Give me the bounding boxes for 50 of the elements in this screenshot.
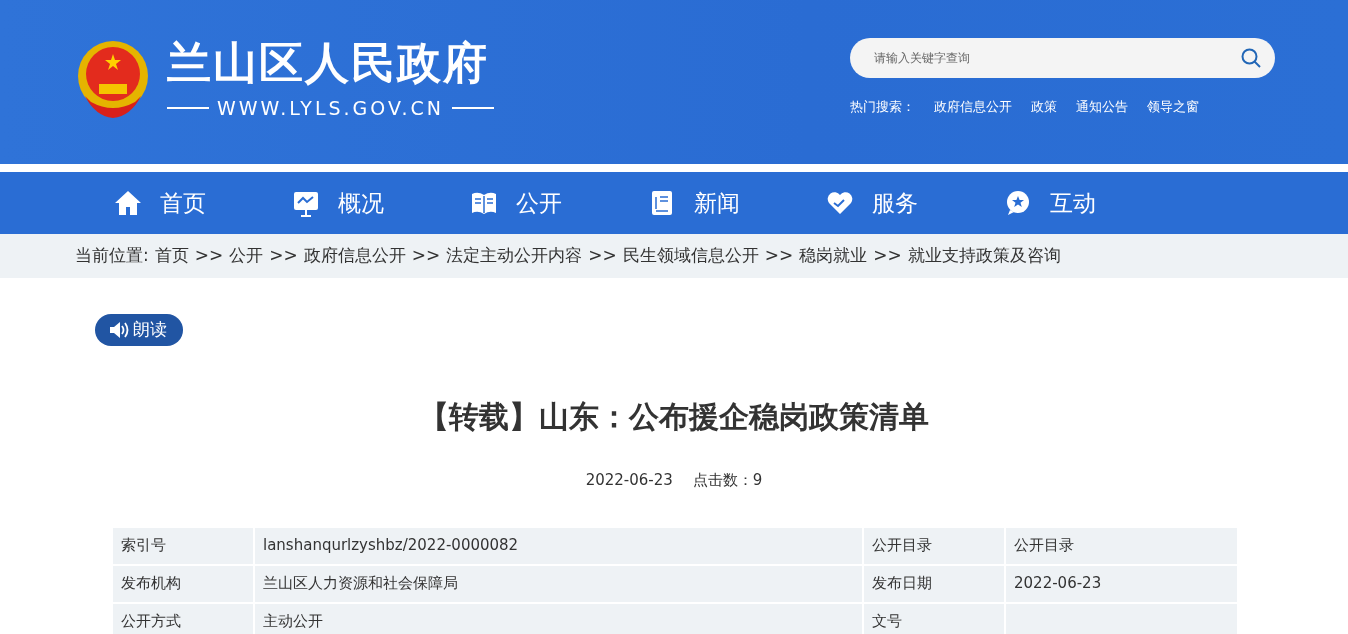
meta-label: 索引号 bbox=[113, 527, 253, 564]
site-url: WWW.LYLS.GOV.CN bbox=[217, 96, 444, 121]
nav-link[interactable]: 服务 bbox=[826, 185, 1004, 221]
breadcrumb-item-text: 首页 bbox=[154, 244, 189, 268]
heart-icon bbox=[826, 189, 854, 217]
breadcrumb-item-text: 稳岗就业 bbox=[799, 244, 868, 268]
site-title: 兰山区人民政府 bbox=[167, 38, 490, 88]
home-icon bbox=[114, 189, 142, 217]
breadcrumb-item-text: 就业支持政策及咨询 bbox=[907, 244, 1061, 268]
meta-value: 主动公开 bbox=[255, 603, 862, 634]
hot-search-label: 热门搜索： bbox=[850, 98, 915, 116]
read-aloud-button[interactable]: 朗读 bbox=[95, 314, 183, 346]
breadcrumb-item-text: >> bbox=[269, 244, 298, 268]
breadcrumb-label: 当前位置: bbox=[75, 244, 149, 268]
article-title: 【转载】山东：公布援企稳岗政策清单 bbox=[418, 398, 930, 436]
breadcrumb-item-text: 政府信息公开 bbox=[303, 244, 406, 268]
emblem-icon bbox=[75, 40, 151, 121]
breadcrumb-item-text: >> bbox=[873, 244, 902, 268]
meta-value: 公开目录 bbox=[1006, 527, 1237, 564]
nav-link[interactable]: 首页 bbox=[114, 185, 292, 221]
meta-label: 公开方式 bbox=[113, 603, 253, 634]
meta-label: 发布机构 bbox=[113, 565, 253, 602]
hot-search-link[interactable]: 政府信息公开 bbox=[934, 97, 1012, 117]
view-count: 点击数：9 bbox=[692, 470, 763, 491]
easel-icon bbox=[292, 189, 320, 217]
breadcrumb-item-text: >> bbox=[194, 244, 224, 268]
speaker-icon bbox=[109, 321, 129, 339]
breadcrumb-item-text: 公开 bbox=[229, 244, 264, 268]
nav-link[interactable]: 概况 bbox=[292, 185, 470, 221]
breadcrumb-item-text: >> bbox=[588, 244, 617, 268]
meta-value: 2022-06-23 bbox=[1006, 565, 1237, 602]
nav-link[interactable]: 公开 bbox=[470, 185, 648, 221]
breadcrumb-item-text: 民生领域信息公开 bbox=[622, 244, 759, 268]
nav-link[interactable]: 互动 bbox=[1004, 185, 1182, 221]
hot-search-link[interactable]: 通知公告 bbox=[1076, 97, 1128, 117]
meta-label: 文号 bbox=[864, 603, 1004, 634]
meta-label: 发布日期 bbox=[864, 565, 1004, 602]
breadcrumb-item-text: >> bbox=[411, 244, 441, 268]
meta-value: lanshanqurlzyshbz/2022-0000082 bbox=[255, 527, 862, 564]
nav-link[interactable]: 新闻 bbox=[648, 185, 826, 221]
meta-value: 兰山区人力资源和社会保障局 bbox=[255, 565, 862, 602]
hot-search-link[interactable]: 领导之窗 bbox=[1147, 97, 1199, 117]
breadcrumb-item-text: >> bbox=[764, 244, 794, 268]
publish-date: 2022-06-23 bbox=[585, 470, 673, 491]
breadcrumb-item-text: 法定主动公开内容 bbox=[446, 244, 583, 268]
search-field[interactable]: 请输入关键字查询 bbox=[850, 38, 1275, 78]
hot-search-link[interactable]: 政策 bbox=[1031, 97, 1057, 117]
meta-label: 公开目录 bbox=[864, 527, 1004, 564]
search-icon[interactable] bbox=[1241, 48, 1261, 68]
chat-icon bbox=[1004, 189, 1032, 217]
